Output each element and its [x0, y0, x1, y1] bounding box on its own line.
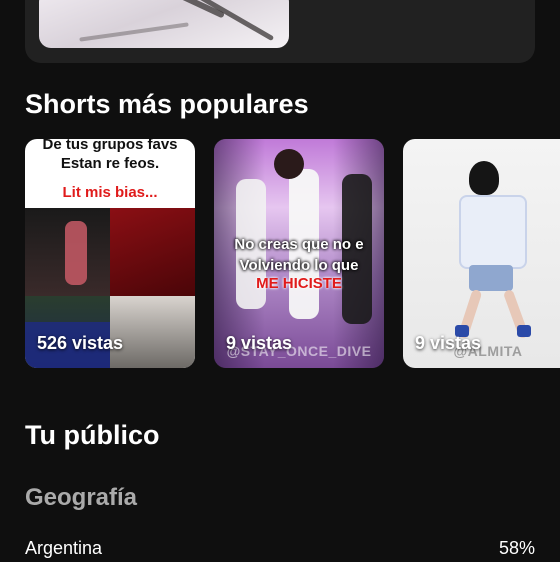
- geography-title: Geografía: [25, 484, 138, 511]
- short-caption: Volviendo lo que: [239, 257, 359, 274]
- short-caption: No creas que no e: [234, 236, 364, 253]
- short-card[interactable]: @ALMITA 9 vistas: [403, 139, 560, 368]
- short-card[interactable]: De tus grupos favs Estan re feos. Lit mi…: [25, 139, 195, 368]
- video-thumbnail[interactable]: [39, 0, 289, 48]
- short-card[interactable]: No creas que no e Volviendo lo que ME HI…: [214, 139, 384, 368]
- geography-row: Argentina 58%: [25, 538, 535, 562]
- audience-section-title: Tu público: [25, 420, 160, 450]
- short-view-count: 526 vistas: [37, 333, 124, 353]
- short-view-count: 9 vistas: [226, 333, 293, 353]
- short-caption: De tus grupos favs: [42, 139, 178, 153]
- short-caption: Lit mis bias...: [62, 184, 158, 201]
- short-caption: ME HICISTE: [256, 275, 342, 292]
- short-view-count: 9 vistas: [415, 333, 482, 353]
- shorts-section-title: Shorts más populares: [25, 89, 309, 119]
- short-caption: Estan re feos.: [60, 155, 160, 172]
- shorts-carousel[interactable]: De tus grupos favs Estan re feos. Lit mi…: [25, 139, 560, 368]
- geography-percent: 58%: [498, 538, 535, 558]
- top-summary-card: [25, 0, 535, 63]
- geography-country: Argentina: [25, 538, 103, 558]
